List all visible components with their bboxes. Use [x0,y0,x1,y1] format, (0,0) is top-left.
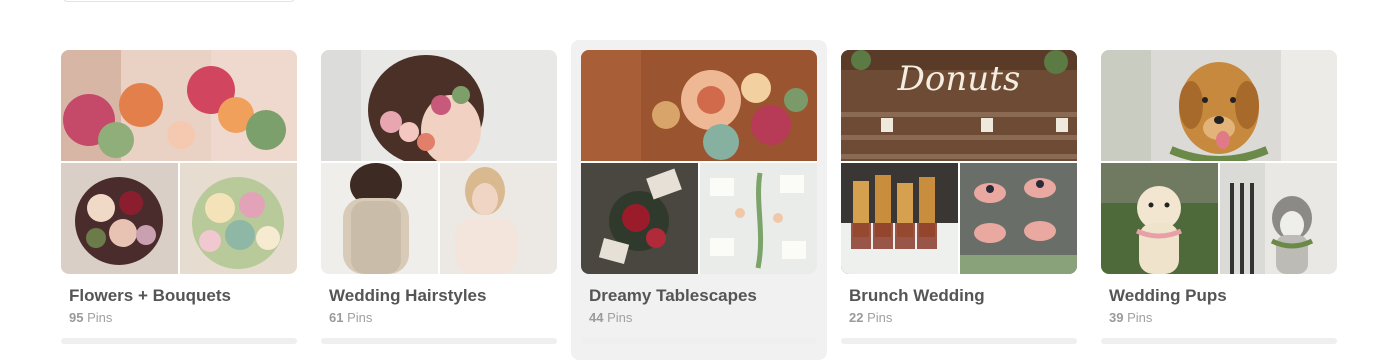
pin-count: 44 Pins [589,310,632,325]
board-title[interactable]: Dreamy Tablescapes [589,286,757,306]
pin-count: 95 Pins [69,310,112,325]
pin-count-value: 95 [69,310,84,325]
pin-count-label: Pins [867,310,893,325]
board-title[interactable]: Flowers + Bouquets [69,286,231,306]
board-divider [581,338,817,344]
thumbnail-image [440,163,557,274]
board-collage[interactable]: Donuts [841,50,1077,274]
board-divider [61,338,297,344]
thumbnail-image [841,163,958,274]
cover-image [61,50,297,161]
donut-sign-text: Donuts [897,59,1021,99]
pin-count: 22 Pins [849,310,892,325]
board-divider [841,338,1077,344]
pin-count-label: Pins [347,310,373,325]
board-card-wedding-pups[interactable]: Wedding Pups 39 Pins [1091,40,1347,360]
pin-count-value: 22 [849,310,864,325]
thumbnail-image [321,163,438,274]
pin-count-label: Pins [607,310,633,325]
pin-count-label: Pins [87,310,113,325]
pin-count-value: 44 [589,310,604,325]
thumbnail-image [960,163,1077,274]
board-collage[interactable] [61,50,297,274]
board-title[interactable]: Wedding Pups [1109,286,1227,306]
board-title[interactable]: Wedding Hairstyles [329,286,486,306]
cover-image [1101,50,1337,161]
board-collage[interactable] [581,50,817,274]
board-card-brunch-wedding[interactable]: Donuts Brunch Wedding 22 Pins [831,40,1087,360]
board-card-flowers-bouquets[interactable]: Flowers + Bouquets 95 Pins [51,40,307,360]
thumbnail-image [1220,163,1337,274]
thumbnail-image [180,163,297,274]
cover-image [581,50,817,161]
thumbnail-image [700,163,817,274]
thumbnail-image [61,163,178,274]
board-title[interactable]: Brunch Wedding [849,286,985,306]
board-card-dreamy-tablescapes[interactable]: Dreamy Tablescapes 44 Pins [571,40,827,360]
thumbnail-image [581,163,698,274]
board-card-wedding-hairstyles[interactable]: Wedding Hairstyles 61 Pins [311,40,567,360]
cover-image: Donuts [841,50,1077,161]
board-collage[interactable] [1101,50,1337,274]
pin-count: 39 Pins [1109,310,1152,325]
pin-count-value: 39 [1109,310,1124,325]
board-divider [321,338,557,344]
board-list: Flowers + Bouquets 95 Pins Wedding Hairs… [0,0,1399,360]
thumbnail-image [1101,163,1218,274]
board-divider [1101,338,1337,344]
pin-count: 61 Pins [329,310,372,325]
pin-count-value: 61 [329,310,344,325]
pin-count-label: Pins [1127,310,1153,325]
board-collage[interactable] [321,50,557,274]
cover-image [321,50,557,161]
